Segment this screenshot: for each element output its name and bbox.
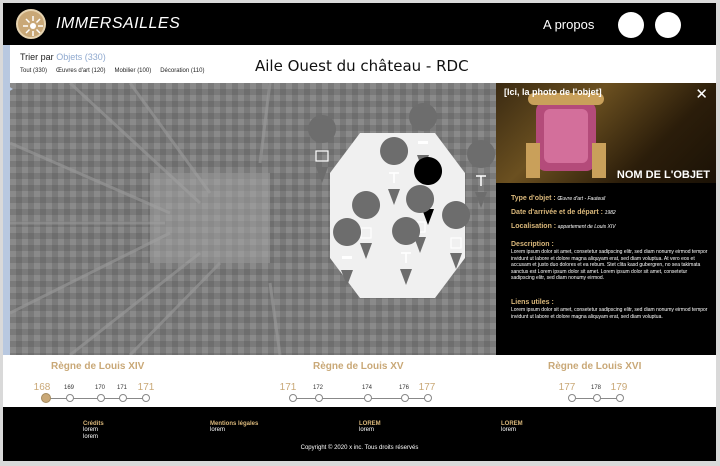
footer-link[interactable]: lorem bbox=[83, 434, 104, 441]
object-dates: Date d'arrivée et de départ : 1982 bbox=[511, 209, 711, 217]
timeline-year: 171 bbox=[279, 382, 297, 393]
about-link[interactable]: A propos bbox=[543, 17, 594, 32]
timeline-dot[interactable] bbox=[66, 394, 74, 402]
timeline-year: 177 bbox=[558, 382, 576, 393]
object-links: Liens utiles : Lorem ipsum dolor sit ame… bbox=[511, 299, 711, 320]
timeline-year: 171 bbox=[137, 382, 155, 393]
timeline-dot[interactable] bbox=[593, 394, 601, 402]
app-title: IMMERSAILLES bbox=[56, 15, 181, 32]
photo-placeholder-label: [Ici, la photo de l'objet] bbox=[504, 87, 602, 97]
timeline-dot[interactable] bbox=[97, 394, 105, 402]
footer-credits: Crédits lorem lorem bbox=[83, 421, 104, 441]
object-photo bbox=[496, 83, 716, 183]
filter-artworks[interactable]: Œuvres d'art (120) bbox=[56, 68, 106, 74]
page-title: Aile Ouest du château - RDC bbox=[255, 57, 469, 75]
armchair-image-icon bbox=[526, 93, 606, 178]
filter-all[interactable]: Tout (330) bbox=[20, 68, 47, 74]
logo-icon[interactable] bbox=[16, 9, 46, 39]
top-bar: IMMERSAILLES A propos bbox=[3, 3, 716, 45]
links-text[interactable]: Lorem ipsum dolor sit amet, consetetur s… bbox=[511, 307, 711, 320]
subheader: Trier par Objets (330) Tout (330) Œuvres… bbox=[3, 45, 716, 83]
timeline-year: 179 bbox=[610, 382, 628, 393]
timeline-dot[interactable] bbox=[364, 394, 372, 402]
description-text: Lorem ipsum dolor sit amet, consetetur s… bbox=[511, 249, 708, 281]
timeline-dot-active[interactable] bbox=[41, 393, 51, 403]
object-name: NOM DE L'OBJET bbox=[616, 169, 710, 181]
reign-louis-xv[interactable]: Règne de Louis XV bbox=[313, 361, 404, 372]
object-detail-panel: [Ici, la photo de l'objet] ✕ NOM DE L'OB… bbox=[496, 83, 716, 355]
timeline-year: 178 bbox=[590, 385, 601, 391]
footer-col4: LOREM lorem bbox=[501, 421, 523, 434]
timeline-year: 171 bbox=[116, 385, 127, 391]
reign-timeline: Règne de Louis XIV Règne de Louis XV Règ… bbox=[3, 355, 716, 407]
date-value: 1982 bbox=[604, 210, 616, 216]
filter-furniture[interactable]: Mobilier (100) bbox=[115, 68, 152, 74]
filter-decoration[interactable]: Décoration (110) bbox=[160, 68, 204, 74]
footer-col3: LOREM lorem bbox=[359, 421, 381, 434]
map-side-arrow-icon[interactable] bbox=[3, 83, 13, 95]
timeline-dot[interactable] bbox=[568, 394, 576, 402]
type-key: Type d'objet : bbox=[511, 195, 556, 202]
map-canvas bbox=[10, 83, 496, 355]
reign-louis-xvi[interactable]: Règne de Louis XVI bbox=[548, 361, 641, 372]
user-button[interactable] bbox=[618, 12, 644, 38]
timeline-dot[interactable] bbox=[119, 394, 127, 402]
object-location: Localisation : appartement de Louis XIV bbox=[511, 223, 711, 231]
timeline-year: 174 bbox=[361, 385, 372, 391]
timeline-dot[interactable] bbox=[401, 394, 409, 402]
timeline-year: 176 bbox=[398, 385, 409, 391]
reign-louis-xiv[interactable]: Règne de Louis XIV bbox=[51, 361, 144, 372]
app-window: IMMERSAILLES A propos Trier par Objets (… bbox=[3, 3, 716, 461]
footer-link[interactable]: lorem bbox=[501, 427, 523, 434]
footer-legal: Mentions légales lorem bbox=[210, 421, 258, 434]
floor-map[interactable] bbox=[3, 83, 496, 355]
sort-value[interactable]: Objets (330) bbox=[56, 52, 106, 62]
timeline-line bbox=[293, 398, 431, 399]
description-key: Description : bbox=[511, 241, 554, 248]
footer-link[interactable]: lorem bbox=[359, 427, 381, 434]
copyright-text: Copyright © 2020 x inc. Tous droits rése… bbox=[300, 445, 419, 451]
close-icon[interactable]: ✕ bbox=[695, 87, 708, 102]
filter-tabs: Tout (330) Œuvres d'art (120) Mobilier (… bbox=[20, 68, 204, 74]
type-value: Œuvre d'art - Fauteuil bbox=[557, 196, 606, 202]
date-key: Date d'arrivée et de départ : bbox=[511, 209, 603, 216]
timeline-dot[interactable] bbox=[315, 394, 323, 402]
location-key: Localisation : bbox=[511, 223, 557, 230]
sort-prefix: Trier par bbox=[20, 52, 54, 62]
footer: Crédits lorem lorem Mentions légales lor… bbox=[3, 407, 716, 461]
sort-label[interactable]: Trier par Objets (330) bbox=[20, 52, 106, 62]
timeline-year: 168 bbox=[33, 382, 51, 393]
footer-link[interactable]: lorem bbox=[210, 427, 258, 434]
timeline-dot[interactable] bbox=[424, 394, 432, 402]
location-value: appartement de Louis XIV bbox=[557, 224, 616, 230]
timeline-year: 172 bbox=[312, 385, 323, 391]
timeline-dot[interactable] bbox=[142, 394, 150, 402]
timeline-year: 170 bbox=[94, 385, 105, 391]
timeline-year: 177 bbox=[418, 382, 436, 393]
menu-button[interactable] bbox=[655, 12, 681, 38]
object-type: Type d'objet : Œuvre d'art - Fauteuil bbox=[511, 195, 711, 203]
links-key: Liens utiles : bbox=[511, 299, 554, 306]
timeline-dot[interactable] bbox=[289, 394, 297, 402]
timeline-dot[interactable] bbox=[616, 394, 624, 402]
timeline-year: 169 bbox=[63, 385, 74, 391]
footer-link[interactable]: lorem bbox=[83, 427, 104, 434]
object-description: Description : Lorem ipsum dolor sit amet… bbox=[511, 241, 711, 282]
